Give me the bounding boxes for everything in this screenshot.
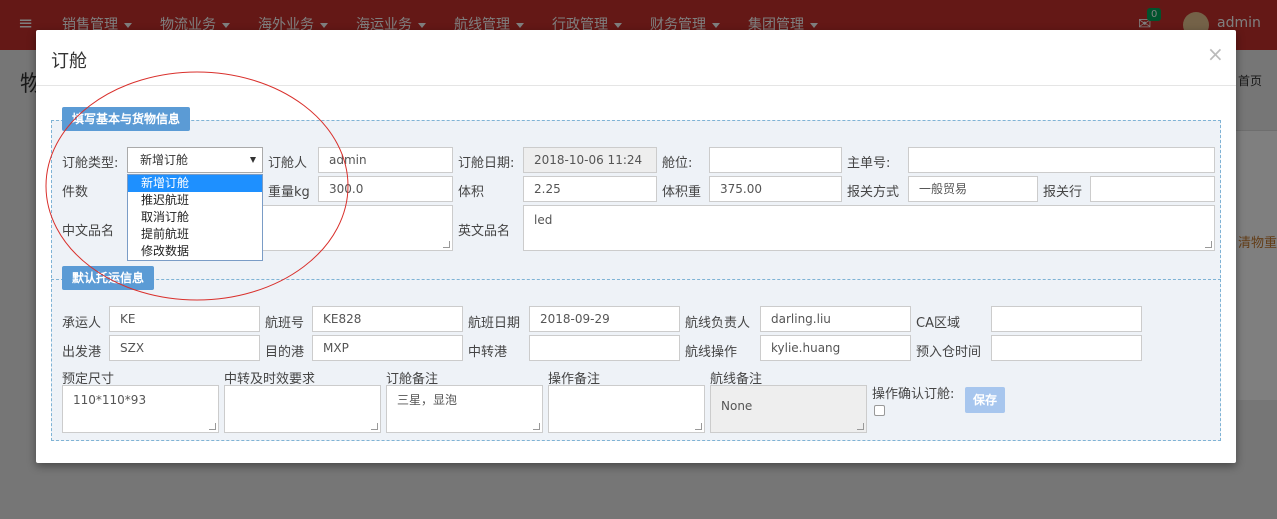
customs-broker-label: 报关行 <box>1043 185 1083 200</box>
annotation-circle <box>45 71 349 301</box>
volume-label: 体积 <box>458 185 485 200</box>
route-note-textarea: None <box>710 385 867 433</box>
carrier-input[interactable]: KE <box>109 306 260 332</box>
flight-date-input[interactable]: 2018-09-29 <box>529 306 680 332</box>
ca-area-label: CA区域 <box>916 316 960 331</box>
carrier-label: 承运人 <box>62 316 102 331</box>
origin-label: 出发港 <box>62 345 102 360</box>
flight-no-input[interactable]: KE828 <box>312 306 463 332</box>
master-no-label: 主单号: <box>847 156 891 171</box>
booking-date-label: 订舱日期: <box>458 156 515 171</box>
volume-input[interactable]: 2.25 <box>523 176 657 202</box>
resize-grip-icon[interactable] <box>533 423 540 430</box>
route-owner-input[interactable]: darling.liu <box>760 306 911 332</box>
confirm-checkbox[interactable] <box>874 405 885 416</box>
flight-no-label: 航班号 <box>265 316 305 331</box>
resize-grip-icon[interactable] <box>443 241 450 248</box>
master-no-input[interactable] <box>908 147 1215 173</box>
vol-weight-label: 体积重 <box>662 185 702 200</box>
dest-input[interactable]: MXP <box>312 335 463 361</box>
flight-date-label: 航班日期 <box>468 316 521 331</box>
customs-broker-input[interactable] <box>1090 176 1215 202</box>
confirm-label: 操作确认订舱: <box>872 387 955 402</box>
warehouse-time-label: 预入仓时间 <box>916 345 982 360</box>
en-name-label: 英文品名 <box>458 224 511 239</box>
booking-date-field: 2018-10-06 11:24 <box>523 147 657 173</box>
booking-note-textarea[interactable]: 三星，显泡 <box>386 385 543 433</box>
transit-label: 中转港 <box>468 345 508 360</box>
op-note-textarea[interactable] <box>548 385 705 433</box>
route-owner-label: 航线负责人 <box>685 316 751 331</box>
warehouse-time-input[interactable] <box>991 335 1142 361</box>
save-button[interactable]: 保存 <box>965 387 1006 413</box>
resize-grip-icon[interactable] <box>695 423 702 430</box>
resize-grip-icon[interactable] <box>1205 241 1212 248</box>
space-label: 舱位: <box>662 156 693 171</box>
dest-label: 目的港 <box>265 345 305 360</box>
space-input[interactable] <box>709 147 842 173</box>
route-op-input[interactable]: kylie.huang <box>760 335 911 361</box>
transit-req-textarea[interactable] <box>224 385 381 433</box>
resize-grip-icon[interactable] <box>371 423 378 430</box>
shipping-info-section: 默认托运信息 承运人 KE 航班号 KE828 航班日期 2018-09-29 … <box>51 266 1221 441</box>
transit-input[interactable] <box>529 335 680 361</box>
route-op-label: 航线操作 <box>685 345 738 360</box>
en-name-textarea[interactable]: led <box>523 205 1215 251</box>
ca-area-input[interactable] <box>991 306 1142 332</box>
close-icon[interactable]: × <box>1207 42 1224 66</box>
resize-grip-icon <box>857 423 864 430</box>
customs-mode-input[interactable]: 一般贸易 <box>908 176 1038 202</box>
customs-mode-label: 报关方式 <box>847 185 900 200</box>
size-textarea[interactable]: 110*110*93 <box>62 385 219 433</box>
resize-grip-icon[interactable] <box>209 423 216 430</box>
origin-input[interactable]: SZX <box>109 335 260 361</box>
vol-weight-input[interactable]: 375.00 <box>709 176 842 202</box>
